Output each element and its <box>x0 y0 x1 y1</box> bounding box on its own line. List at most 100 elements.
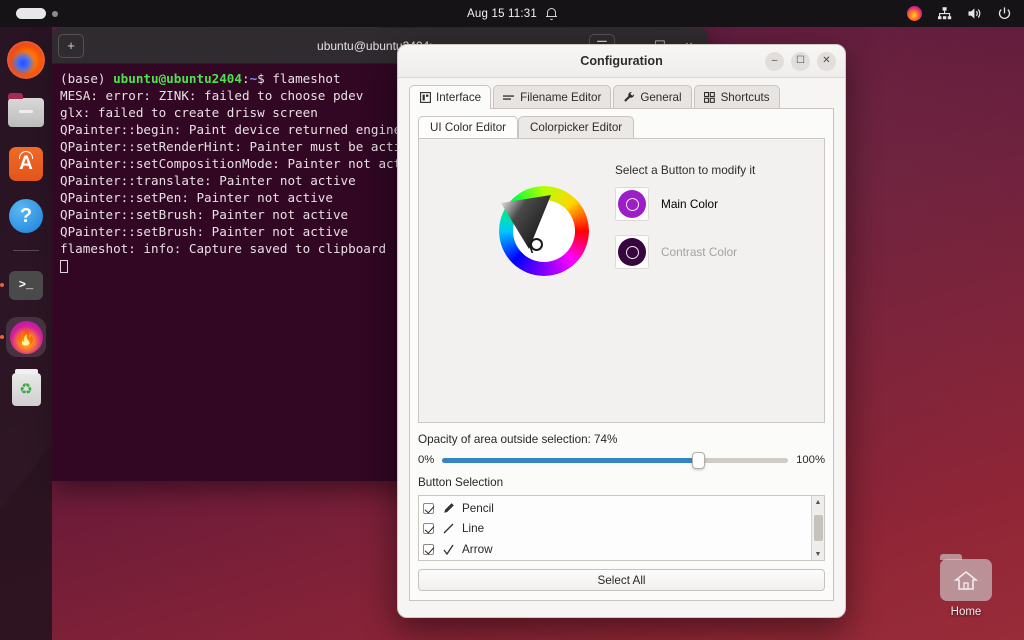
terminal-line: QPainter::translate: Painter not active <box>60 173 356 189</box>
opacity-slider-handle[interactable] <box>692 451 706 469</box>
main-color-swatch <box>618 190 646 218</box>
tab-general-label: General <box>640 90 682 104</box>
terminal-line: MESA: error: ZINK: failed to choose pdev <box>60 88 364 104</box>
configuration-tabs: Interface Filename Editor General Shortc… <box>409 85 834 109</box>
dock-item-app-center[interactable]: A <box>6 144 46 184</box>
terminal-line: flameshot: info: Capture saved to clipbo… <box>60 241 387 257</box>
checkbox-arrow[interactable] <box>423 543 434 555</box>
interface-subtabs: UI Color Editor Colorpicker Editor <box>418 116 825 138</box>
tab-interface[interactable]: Interface <box>409 85 492 109</box>
terminal-cursor <box>60 259 68 273</box>
checkbox-pencil[interactable] <box>423 502 434 514</box>
subtab-colorpicker-editor[interactable]: Colorpicker Editor <box>518 116 635 138</box>
configuration-dialog[interactable]: Configuration – ☐ ✕ Interface Filename E… <box>397 44 846 618</box>
terminal-line: QPainter::begin: Paint device returned e… <box>60 122 402 138</box>
terminal-line: QPainter::setPen: Painter not active <box>60 190 333 206</box>
power-icon[interactable] <box>997 6 1012 21</box>
terminal-icon: >_ <box>9 270 43 300</box>
flameshot-icon: 🔥 <box>9 320 43 354</box>
scrollbar-thumb[interactable] <box>813 515 823 541</box>
home-folder-icon <box>940 554 992 601</box>
list-item-label: Arrow <box>462 542 493 556</box>
interface-panel: UI Color Editor Colorpicker Editor Selec… <box>409 109 834 601</box>
list-item[interactable]: Arrow <box>423 539 811 560</box>
list-item[interactable]: Pencil <box>423 498 811 519</box>
network-icon[interactable] <box>937 6 952 21</box>
swatch-row-contrast: Contrast Color <box>615 235 737 269</box>
swatch-row-main: Main Color <box>615 187 718 221</box>
volume-icon[interactable] <box>967 6 982 21</box>
prompt-dollar: $ <box>257 71 273 86</box>
files-icon <box>8 92 44 127</box>
button-selection-label: Button Selection <box>418 476 504 489</box>
terminal-line: glx: failed to create drisw screen <box>60 105 318 121</box>
app-center-icon: A <box>9 147 43 181</box>
contrast-color-label: Contrast Color <box>661 245 738 259</box>
terminal-command: flameshot <box>272 71 341 86</box>
button-selection-list[interactable]: Pencil Line Arrow ▲ ▼ <box>418 495 825 561</box>
grid-icon <box>704 91 716 103</box>
activities-dot <box>52 10 58 17</box>
opacity-slider-fill <box>442 457 699 463</box>
line-icon <box>441 522 455 536</box>
checkbox-line[interactable] <box>423 523 434 535</box>
opacity-slider[interactable] <box>442 451 789 469</box>
terminal-line: QPainter::setCompositionMode: Painter no… <box>60 156 424 172</box>
color-selector-handle[interactable] <box>530 238 543 251</box>
prompt-colon: : <box>241 71 250 86</box>
terminal-line: QPainter::setBrush: Painter not active <box>60 224 349 240</box>
firefox-icon <box>7 41 45 79</box>
opacity-max-label: 100% <box>796 454 825 466</box>
tab-shortcuts-label: Shortcuts <box>720 90 770 104</box>
prompt-user: ubuntu@ubuntu2404 <box>113 71 242 86</box>
config-minimize-button[interactable]: – <box>765 51 784 71</box>
config-maximize-button[interactable]: ☐ <box>791 51 810 71</box>
scroll-up-icon[interactable]: ▲ <box>815 496 822 508</box>
list-scrollbar[interactable]: ▲ ▼ <box>811 496 824 560</box>
list-item[interactable]: Line <box>423 519 811 540</box>
contrast-color-button[interactable] <box>615 235 649 269</box>
new-tab-icon[interactable]: + <box>58 33 84 58</box>
tab-shortcuts[interactable]: Shortcuts <box>693 85 780 108</box>
main-color-label: Main Color <box>661 197 719 211</box>
interface-icon <box>419 91 431 103</box>
activities-button[interactable] <box>16 8 58 19</box>
opacity-label: Opacity of area outside selection: 74% <box>418 433 618 446</box>
dock-item-trash[interactable]: ♻ <box>6 368 46 409</box>
color-editor-hint: Select a Button to modify it <box>615 163 756 177</box>
dock-item-firefox[interactable] <box>6 40 46 80</box>
tab-filename-editor[interactable]: Filename Editor <box>493 85 612 108</box>
color-wheel[interactable] <box>499 181 589 281</box>
bell-icon[interactable] <box>545 7 557 20</box>
config-close-button[interactable]: ✕ <box>817 51 836 71</box>
opacity-min-label: 0% <box>418 454 435 466</box>
dock-item-help[interactable]: ? <box>6 196 46 236</box>
top-bar: Aug 15 11:31 <box>0 0 1024 27</box>
scroll-down-icon[interactable]: ▼ <box>815 548 822 560</box>
dock-item-files[interactable] <box>6 92 46 132</box>
desktop-icon-home[interactable]: Home <box>930 554 1002 618</box>
ui-color-editor-area: Select a Button to modify it Main Color … <box>418 138 825 423</box>
system-tray <box>907 6 1012 21</box>
dock-separator <box>13 250 39 251</box>
terminal-line: QPainter::setBrush: Painter not active <box>60 207 349 223</box>
dock-item-terminal[interactable]: >_ <box>6 265 46 305</box>
wrench-icon <box>623 91 635 103</box>
list-item-label: Pencil <box>462 501 494 515</box>
select-all-button[interactable]: Select All <box>418 569 825 591</box>
filename-icon <box>503 91 515 103</box>
subtab-ui-color-editor[interactable]: UI Color Editor <box>418 116 519 138</box>
tab-interface-label: Interface <box>436 90 482 104</box>
opacity-slider-row: 0% 100% <box>418 451 825 469</box>
trash-icon: ♻ <box>11 368 41 406</box>
flameshot-tray-icon[interactable] <box>907 6 922 21</box>
tab-general[interactable]: General <box>613 85 692 108</box>
activities-pill <box>16 8 46 19</box>
configuration-titlebar[interactable]: Configuration – ☐ ✕ <box>398 45 845 78</box>
contrast-color-swatch <box>618 238 646 266</box>
home-folder-label: Home <box>950 606 982 618</box>
dock-item-flameshot[interactable]: 🔥 <box>6 317 46 357</box>
main-color-button[interactable] <box>615 187 649 221</box>
clock-area[interactable]: Aug 15 11:31 <box>467 7 557 20</box>
arrow-icon <box>441 542 455 556</box>
